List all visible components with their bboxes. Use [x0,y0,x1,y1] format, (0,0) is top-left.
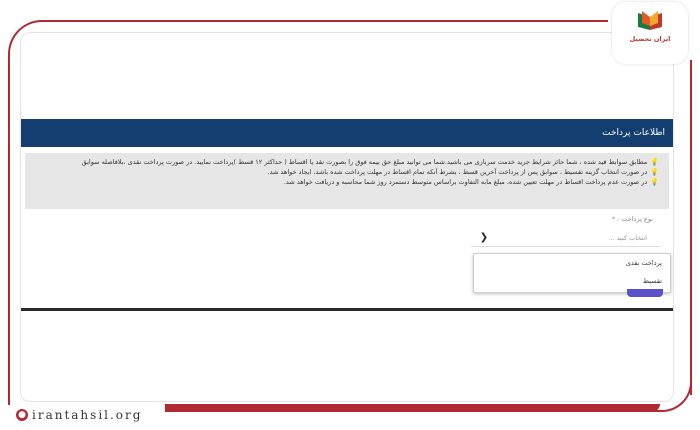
frame-left-border [8,55,10,405]
frame-top-border [40,20,608,22]
payment-type-select[interactable]: انتخاب کنید ... [471,229,661,247]
screenshot-panel: اطلاعات پرداخت 💡مطابق سوابط قید شده ، شم… [20,32,674,402]
option-installment[interactable]: تقسیط [474,272,670,290]
payment-info-header: اطلاعات پرداخت [21,119,673,147]
payment-type-label: نوع پرداخت : * [611,215,653,223]
site-watermark: ● irantahsil.org [16,406,142,424]
info-line: 💡مطابق سوابط قید شده ، شما حائز شرایط جر… [81,158,659,166]
info-line: 💡در صورت انتخاب گزینه تقسیط ، سوابق پس ا… [267,168,659,176]
lightbulb-icon: 💡 [650,178,659,186]
submit-button[interactable] [627,289,663,297]
watermark-text: irantahsil.org [32,408,143,422]
payment-type-dropdown: پرداخت نقدی تقسیط [473,253,671,293]
site-logo: ایران تحصیل [612,2,688,64]
option-cash-payment[interactable]: پرداخت نقدی [474,254,670,272]
logo-text: ایران تحصیل [629,35,671,43]
chevron-down-icon[interactable]: ❯ [477,232,491,244]
lightbulb-icon: 💡 [650,158,659,166]
frame-bottom-border [165,404,660,412]
info-notice-box: 💡مطابق سوابط قید شده ، شما حائز شرایط جر… [25,153,669,209]
logo-book-icon [638,11,662,30]
section-divider [21,308,673,311]
lightbulb-icon: 💡 [650,168,659,176]
frame-right-border [690,60,692,395]
info-line: 💡در صورت عدم پرداخت اقساط در مهلت تعیین … [283,178,659,186]
globe-icon: ● [16,409,28,421]
